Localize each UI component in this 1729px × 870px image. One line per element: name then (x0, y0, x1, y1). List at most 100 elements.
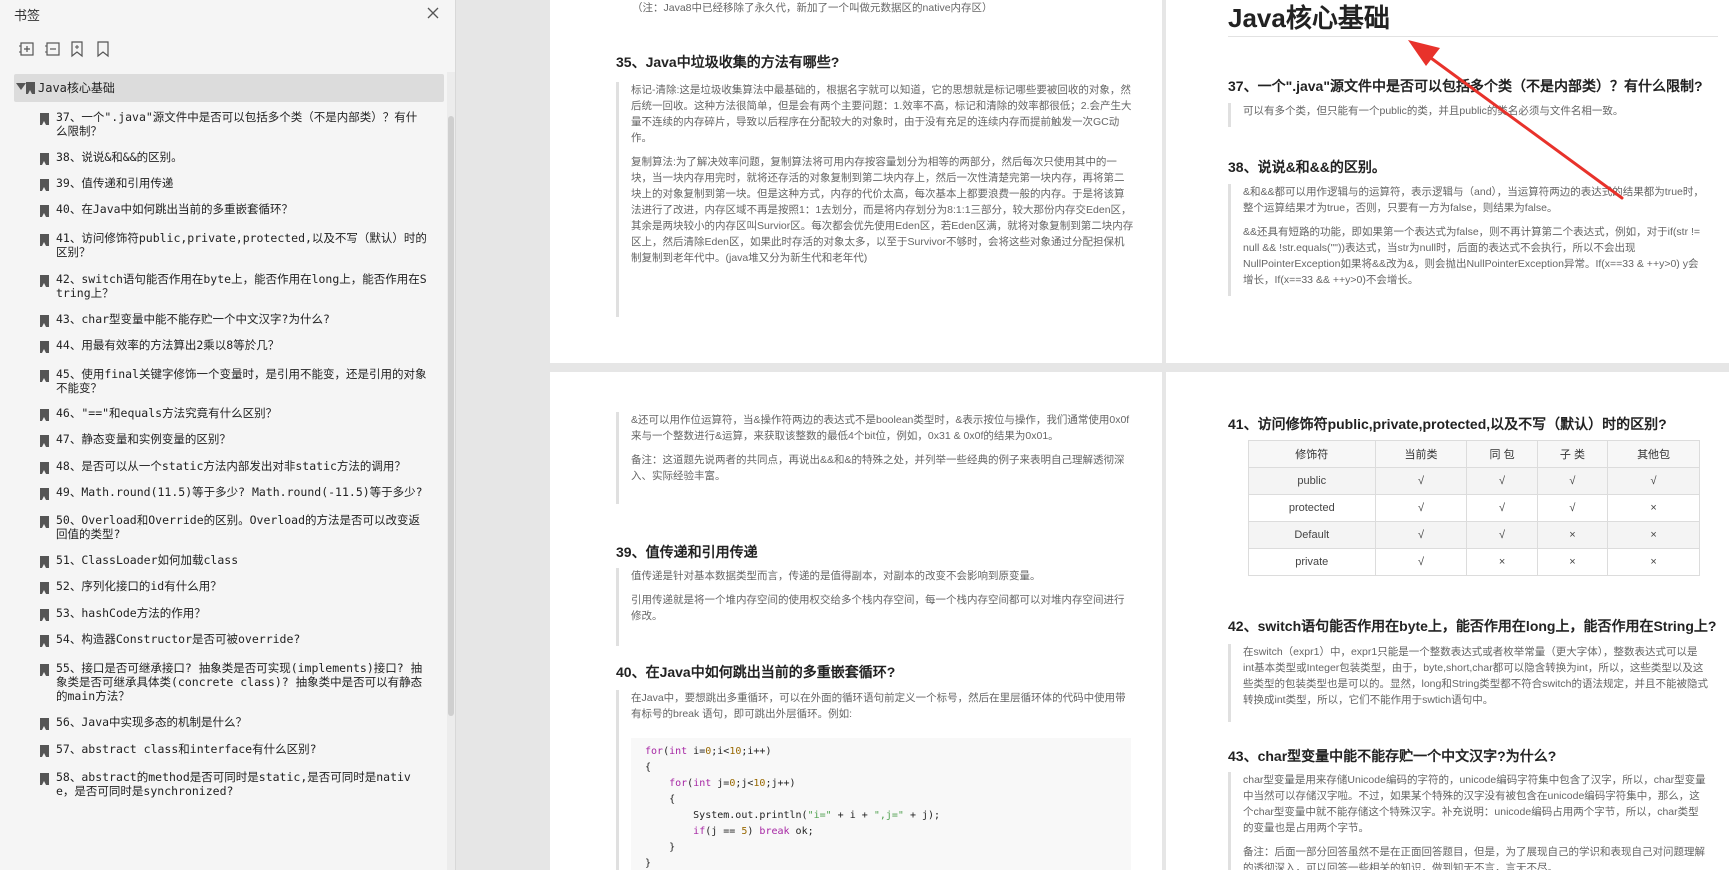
bookmark-label: 39、值传递和引用传递 (56, 176, 174, 190)
answer-block: 标记-清除:这是垃圾收集算法中最基础的，根据名字就可以知道，它的思想就是标记哪些… (616, 82, 1134, 317)
question-title: 43、char型变量中能不能存贮一个中文汉字?为什么? (1228, 748, 1557, 764)
table-cell: √ (1536, 494, 1609, 522)
sidebar-scrollbar[interactable] (447, 72, 455, 870)
bookmark-icon (40, 113, 49, 125)
table-cell: public (1248, 467, 1376, 495)
bookmark-icon (40, 234, 49, 246)
paragraph: 可以有多个类，但只能有一个public的类，并且public的类名必须与文件名相… (1243, 105, 1624, 117)
bookmark-icon (40, 718, 49, 730)
bookmark-icon (40, 341, 49, 353)
paragraph: 标记-清除:这是垃圾收集算法中最基础的，根据名字就可以知道，它的思想就是标记哪些… (631, 84, 1132, 144)
bookmark-panel: 书签 Java核心基础 37、一个".java"源文件中是否可以包括多个类（不是… (0, 0, 456, 870)
bookmark-icon (40, 582, 49, 594)
bookmark-icon (40, 205, 49, 217)
bookmark-root-item[interactable]: Java核心基础 (14, 74, 444, 102)
table-cell: √ (1466, 494, 1538, 522)
bookmark-panel-header: 书签 (0, 0, 456, 30)
bookmark-label: 41、访问修饰符public,private,protected,以及不写（默认… (56, 231, 427, 259)
table-header: 同 包 (1466, 440, 1538, 468)
bookmark-icon (26, 82, 35, 94)
bookmark-tree: Java核心基础 37、一个".java"源文件中是否可以包括多个类（不是内部类… (0, 72, 446, 870)
code-block: for(int i=0;i<10;i++) { for(int j=0;j<10… (631, 738, 1131, 870)
bookmark-icon (40, 179, 49, 191)
bookmark-icon (40, 516, 49, 528)
scrollbar-thumb[interactable] (448, 116, 454, 716)
collapse-all-icon[interactable] (44, 40, 62, 58)
table-cell: × (1536, 548, 1609, 576)
answer-block: 在switch（expr1）中，expr1只能是一个整数表达式或者枚举常量（更大… (1228, 644, 1708, 722)
bookmark-icon (40, 275, 49, 287)
question-title: 39、值传递和引用传递 (616, 544, 758, 560)
divider (1228, 36, 1718, 37)
bookmark-label: 57、abstract class和interface有什么区别? (56, 742, 317, 756)
chapter-heading: Java核心基础 (1228, 3, 1390, 33)
bookmark-icon (40, 488, 49, 500)
bookmark-icon (40, 556, 49, 568)
bookmark-label: 58、abstract的method是否可同时是static,是否可同时是nat… (56, 770, 411, 798)
table-cell: √ (1374, 494, 1468, 522)
answer-block: char型变量是用来存储Unicode编码的字符的，unicode编码字符集中包… (1228, 772, 1708, 870)
answer-block: &和&&都可以用作逻辑与的运算符，表示逻辑与（and），当运算符两边的表达式的结… (1228, 184, 1708, 296)
table-cell: √ (1466, 521, 1538, 549)
bookmark-label: 48、是否可以从一个static方法内部发出对非static方法的调用？ (56, 459, 406, 473)
table-header: 当前类 (1374, 440, 1468, 468)
table-row: public √ √ √ √ (1248, 467, 1700, 495)
bookmark-label: 56、Java中实现多态的机制是什么？ (56, 715, 248, 729)
bookmark-root-label: Java核心基础 (38, 81, 115, 95)
paragraph: &&还具有短路的功能，即如果第一个表达式为false，则不再计算第二个表达式，例… (1243, 226, 1701, 286)
bookmark-label: 54、构造器Constructor是否可被override? (56, 632, 301, 646)
bookmark-label: 42、switch语句能否作用在byte上，能否作用在long上，能否作用在St… (56, 272, 427, 300)
table-header: 修饰符 (1248, 440, 1376, 468)
note-text: （注：Java8中已经移除了永久代，新加了一个叫做元数据区的native内存区） (632, 2, 993, 14)
collapse-arrow-icon[interactable] (16, 83, 26, 90)
paragraph: &和&&都可以用作逻辑与的运算符，表示逻辑与（and），当运算符两边的表达式的结… (1243, 186, 1704, 214)
paragraph: 复制算法:为了解决效率问题，复制算法将可用内存按容量划分为相等的两部分，然后每次… (631, 156, 1134, 264)
paragraph: 备注：后面一部分回答虽然不是在正面回答题目，但是，为了展现自己的学识和表现自己对… (1243, 846, 1705, 870)
answer-block: 值传递是针对基本数据类型而言，传递的是值得副本，对副本的改变不会影响到原变量。 … (616, 568, 1134, 646)
access-modifier-table: 修饰符 当前类 同 包 子 类 其他包 public √ √ √ √ protected… (1248, 440, 1700, 576)
pdf-page: Java核心基础 37、一个".java"源文件中是否可以包括多个类（不是内部类… (1166, 0, 1729, 363)
table-row: Default √ √ × × (1248, 521, 1700, 549)
bookmark-label: 50、Overload和Override的区别。Overload的方法是否可以改… (56, 513, 421, 541)
paragraph: 备注：这道题先说两者的共同点，再说出&&和&的特殊之处，并列举一些经典的例子来表… (631, 454, 1125, 482)
expand-all-icon[interactable] (18, 40, 36, 58)
table-cell: √ (1607, 467, 1700, 495)
panel-title: 书签 (14, 9, 41, 24)
table-cell: √ (1466, 467, 1538, 495)
table-cell: protected (1248, 494, 1376, 522)
question-title: 40、在Java中如何跳出当前的多重嵌套循环? (616, 664, 896, 680)
bookmark-icon[interactable] (94, 40, 112, 58)
table-cell: private (1248, 548, 1376, 576)
bookmark-label: 47、静态变量和实例变量的区别？ (56, 432, 231, 446)
paragraph: 在switch（expr1）中，expr1只能是一个整数表达式或者枚举常量（更大… (1243, 646, 1708, 706)
close-icon[interactable] (426, 6, 440, 20)
pdf-page: &还可以用作位运算符，当&操作符两边的表达式不是boolean类型时，&表示按位… (550, 372, 1162, 870)
add-bookmark-icon[interactable] (68, 40, 86, 58)
bookmark-label: 43、char型变量中能不能存贮一个中文汉字?为什么? (56, 312, 330, 326)
bookmark-label: 46、"=="和equals方法究竟有什么区别？ (56, 406, 278, 420)
table-cell: √ (1536, 467, 1609, 495)
bookmark-icon (40, 635, 49, 647)
table-cell: √ (1374, 548, 1468, 576)
question-title: 42、switch语句能否作用在byte上，能否作用在long上，能否作用在St… (1228, 618, 1717, 634)
paragraph: char型变量是用来存储Unicode编码的字符的，unicode编码字符集中包… (1243, 774, 1706, 834)
bookmark-label: 40、在Java中如何跳出当前的多重嵌套循环？ (56, 202, 294, 216)
table-header-row: 修饰符 当前类 同 包 子 类 其他包 (1248, 440, 1700, 468)
bookmark-label: 37、一个".java"源文件中是否可以包括多个类（不是内部类）？有什么限制？ (56, 110, 418, 138)
bookmark-icon (40, 745, 49, 757)
bookmark-icon (40, 609, 49, 621)
paragraph: &还可以用作位运算符，当&操作符两边的表达式不是boolean类型时，&表示按位… (631, 414, 1130, 442)
table-cell: × (1607, 548, 1700, 576)
table-row: private √ × × × (1248, 548, 1700, 576)
bookmark-label: 45、使用final关键字修饰一个变量时，是引用不能变，还是引用的对象不能变？ (56, 367, 427, 395)
bookmark-icon (40, 153, 49, 165)
question-title: 38、说说&和&&的区别。 (1228, 159, 1386, 175)
bookmark-label: 55、接口是否可继承接口? 抽象类是否可实现(implements)接口? 抽象… (56, 661, 423, 703)
question-title: 41、访问修饰符public,private,protected,以及不写（默认… (1228, 416, 1667, 432)
bookmark-icon (40, 435, 49, 447)
question-title: 37、一个".java"源文件中是否可以包括多个类（不是内部类）？有什么限制? (1228, 78, 1703, 94)
table-cell: × (1466, 548, 1538, 576)
answer-block: 可以有多个类，但只能有一个public的类，并且public的类名必须与文件名相… (1228, 103, 1708, 127)
bookmark-label: 51、ClassLoader如何加载class (56, 553, 239, 567)
bookmark-icon (40, 664, 49, 676)
